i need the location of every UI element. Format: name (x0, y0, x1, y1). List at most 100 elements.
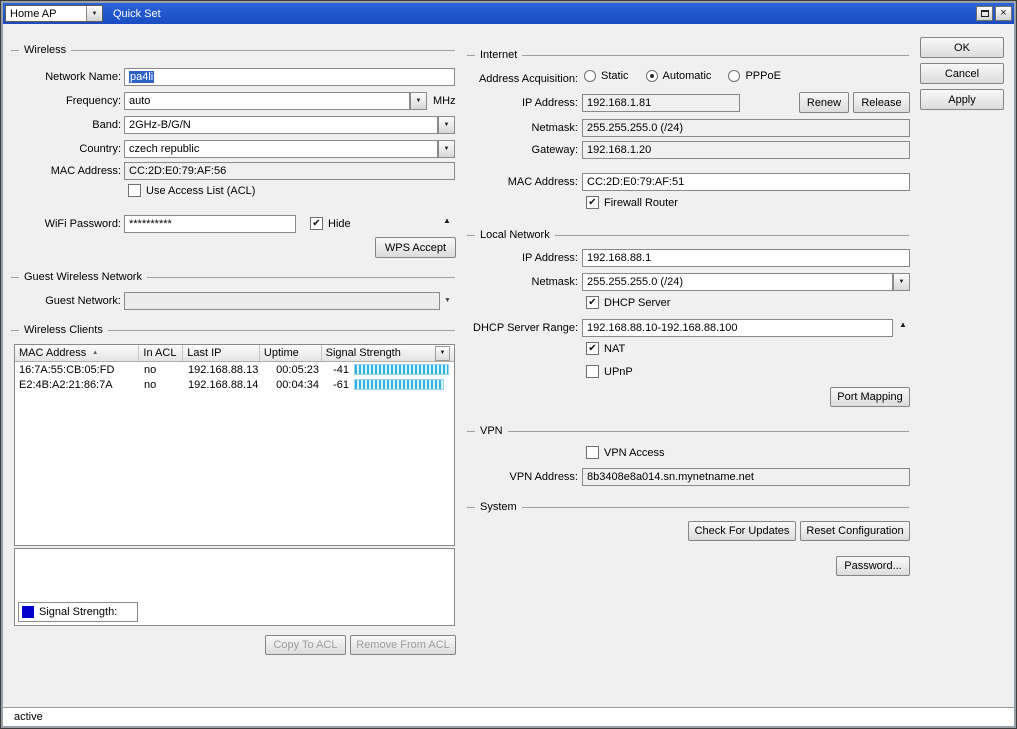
hide-checkbox[interactable] (310, 217, 323, 230)
hide-checkbox-row[interactable]: Hide (310, 217, 351, 230)
check-for-updates-button[interactable]: Check For Updates (688, 521, 796, 541)
column-header-signal-strength[interactable]: Signal Strength (322, 345, 454, 361)
gateway-value: 192.168.1.20 (587, 144, 651, 156)
release-button[interactable]: Release (853, 92, 910, 113)
column-label: Signal Strength (326, 347, 401, 359)
reset-configuration-button[interactable]: Reset Configuration (800, 521, 910, 541)
firewall-router-checkbox-row[interactable]: Firewall Router (586, 196, 678, 209)
cell-in-acl: no (140, 364, 184, 376)
password-label: Password... (844, 560, 901, 572)
wifi-password-input[interactable]: ********** (124, 215, 296, 233)
preset-value[interactable]: Home AP (6, 6, 86, 21)
radio-automatic[interactable]: Automatic (646, 70, 712, 82)
frequency-input[interactable]: auto (124, 92, 410, 110)
vpn-address-value: 8b3408e8a014.sn.mynetname.net (587, 471, 754, 483)
signal-legend-label: Signal Strength: (39, 606, 117, 618)
cell-in-acl: no (140, 379, 184, 391)
cell-last-ip: 192.168.88.13 (184, 364, 261, 376)
column-header-last-ip[interactable]: Last IP (183, 345, 260, 361)
group-internet: Internet (467, 49, 909, 61)
title-bar[interactable]: Home AP ▼ Quick Set × (3, 3, 1014, 24)
apply-button[interactable]: Apply (920, 89, 1004, 110)
upnp-checkbox[interactable] (586, 365, 599, 378)
group-wireless-clients: Wireless Clients (11, 324, 455, 336)
guest-network-dropdown-icon: ▼ (444, 297, 451, 304)
maximize-button[interactable] (976, 6, 993, 21)
reset-configuration-label: Reset Configuration (806, 525, 903, 537)
group-system-label: System (480, 501, 517, 513)
status-bar: active (3, 707, 1014, 726)
table-row[interactable]: 16:7A:55:CB:05:FD no 192.168.88.13 00:05… (15, 362, 454, 377)
internet-mac-value: CC:2D:E0:79:AF:51 (587, 176, 684, 188)
guest-network-select (124, 292, 440, 310)
wireless-mac-label: MAC Address: (11, 165, 121, 177)
country-select[interactable]: czech republic (124, 140, 438, 158)
frequency-label: Frequency: (11, 95, 121, 107)
columns-dropdown-button[interactable] (435, 346, 450, 361)
copy-to-acl-label: Copy To ACL (273, 639, 337, 651)
vpn-access-checkbox[interactable] (586, 446, 599, 459)
use-acl-checkbox-row[interactable]: Use Access List (ACL) (128, 184, 255, 197)
close-icon: × (1000, 8, 1006, 19)
nat-checkbox-row[interactable]: NAT (586, 342, 625, 355)
band-select[interactable]: 2GHz-B/G/N (124, 116, 438, 134)
signal-strength-bar (354, 379, 444, 390)
firewall-router-checkbox[interactable] (586, 196, 599, 209)
wireless-mac-value: CC:2D:E0:79:AF:56 (129, 165, 226, 177)
upnp-label: UPnP (604, 366, 633, 378)
remove-from-acl-button[interactable]: Remove From ACL (350, 635, 456, 655)
dialog-body: Wireless Network Name: pa4li Frequency: … (3, 24, 1014, 707)
local-ip-input[interactable]: 192.168.88.1 (582, 249, 910, 267)
password-button[interactable]: Password... (836, 556, 910, 576)
radio-pppoe[interactable]: PPPoE (728, 70, 780, 82)
gateway-field: 192.168.1.20 (582, 141, 910, 159)
maximize-icon (981, 10, 989, 17)
nat-checkbox[interactable] (586, 342, 599, 355)
dhcp-collapse-arrow-icon[interactable]: ▲ (899, 320, 907, 329)
copy-to-acl-button[interactable]: Copy To ACL (265, 635, 346, 655)
use-acl-checkbox[interactable] (128, 184, 141, 197)
local-netmask-label: Netmask: (423, 276, 578, 288)
group-clients-label: Wireless Clients (24, 324, 103, 336)
cell-mac-address: 16:7A:55:CB:05:FD (15, 364, 140, 376)
port-mapping-button[interactable]: Port Mapping (830, 387, 910, 407)
dhcp-server-checkbox[interactable] (586, 296, 599, 309)
internet-mac-input[interactable]: CC:2D:E0:79:AF:51 (582, 173, 910, 191)
group-vpn-label: VPN (480, 425, 503, 437)
cell-mac-address: E2:4B:A2:21:86:7A (15, 379, 140, 391)
ok-button[interactable]: OK (920, 37, 1004, 58)
column-header-in-acl[interactable]: In ACL (139, 345, 183, 361)
radio-static-circle[interactable] (584, 70, 596, 82)
preset-combobox[interactable]: Home AP ▼ (5, 5, 103, 22)
radio-automatic-circle[interactable] (646, 70, 658, 82)
band-label: Band: (11, 119, 121, 131)
wifi-password-value: ********** (129, 218, 172, 230)
internet-netmask-value: 255.255.255.0 (/24) (587, 122, 683, 134)
dhcp-server-checkbox-row[interactable]: DHCP Server (586, 296, 670, 309)
cancel-button[interactable]: Cancel (920, 63, 1004, 84)
column-header-uptime[interactable]: Uptime (260, 345, 322, 361)
column-label: Last IP (187, 347, 221, 359)
internet-netmask-field: 255.255.255.0 (/24) (582, 119, 910, 137)
network-name-value: pa4li (129, 71, 154, 83)
table-row[interactable]: E2:4B:A2:21:86:7A no 192.168.88.14 00:04… (15, 377, 454, 392)
group-guest-wireless: Guest Wireless Network (11, 271, 455, 283)
close-button[interactable]: × (995, 6, 1012, 21)
vpn-access-checkbox-row[interactable]: VPN Access (586, 446, 665, 459)
preset-dropdown-icon[interactable]: ▼ (86, 6, 102, 21)
upnp-checkbox-row[interactable]: UPnP (586, 365, 633, 378)
radio-pppoe-circle[interactable] (728, 70, 740, 82)
network-name-input[interactable]: pa4li (124, 68, 455, 86)
group-wireless: Wireless (11, 44, 455, 56)
vpn-address-field: 8b3408e8a014.sn.mynetname.net (582, 468, 910, 486)
local-netmask-select[interactable]: 255.255.255.0 (/24) (582, 273, 893, 291)
local-netmask-dropdown-button[interactable] (893, 273, 910, 291)
renew-button[interactable]: Renew (799, 92, 849, 113)
column-header-mac-address[interactable]: MAC Address ▲ (15, 345, 139, 361)
radio-static[interactable]: Static (584, 70, 629, 82)
wifi-collapse-arrow-icon[interactable]: ▲ (443, 216, 451, 225)
remove-from-acl-label: Remove From ACL (356, 639, 450, 651)
dhcp-range-input[interactable]: 192.168.88.10-192.168.88.100 (582, 319, 893, 337)
internet-ip-label: IP Address: (423, 97, 578, 109)
status-text: active (14, 711, 43, 723)
